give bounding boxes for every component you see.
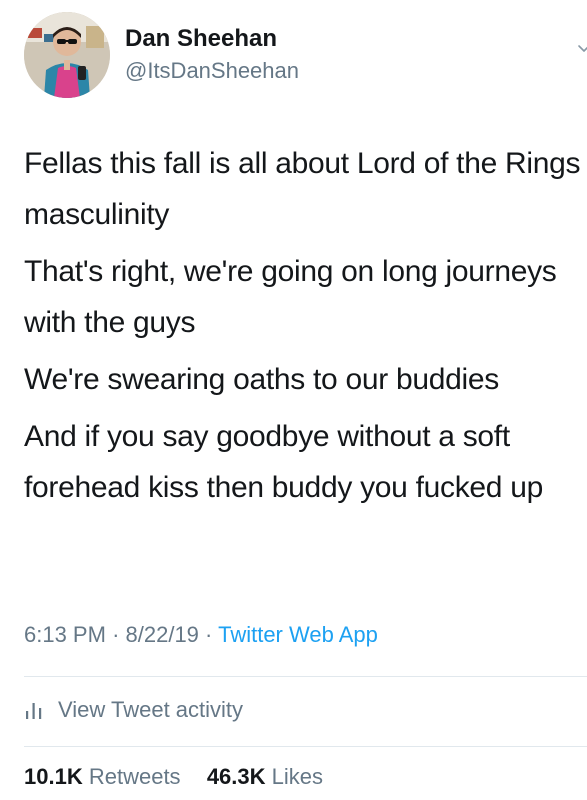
divider bbox=[24, 746, 587, 747]
avatar[interactable] bbox=[24, 12, 110, 98]
avatar-image bbox=[24, 12, 110, 98]
view-activity-button[interactable]: View Tweet activity bbox=[24, 697, 243, 723]
tweet-paragraph: That's right, we're going on long journe… bbox=[24, 255, 557, 339]
meta-separator: · bbox=[112, 622, 120, 647]
likes-label: Likes bbox=[271, 764, 324, 789]
tweet-stats: 10.1K Retweets 46.3K Likes bbox=[24, 764, 323, 790]
tweet-time[interactable]: 6:13 PM bbox=[24, 622, 106, 647]
likes-count: 46.3K bbox=[206, 764, 266, 789]
divider bbox=[24, 676, 587, 677]
view-activity-label: View Tweet activity bbox=[58, 697, 244, 722]
tweet: Dan Sheehan @ItsDanSheehan Fellas this f… bbox=[0, 0, 587, 800]
tweet-source-link[interactable]: Twitter Web App bbox=[218, 622, 378, 647]
tweet-paragraph: And if you say goodbye without a soft fo… bbox=[24, 420, 543, 504]
chevron-down-icon[interactable] bbox=[577, 42, 587, 56]
bar-chart-icon bbox=[26, 703, 42, 719]
tweet-paragraph: We're swearing oaths to our buddies bbox=[24, 363, 499, 396]
retweets-count: 10.1K bbox=[24, 764, 83, 789]
tweet-meta: 6:13 PM · 8/22/19 · Twitter Web App bbox=[24, 622, 378, 648]
tweet-header: Dan Sheehan @ItsDanSheehan bbox=[24, 12, 587, 102]
retweets-label: Retweets bbox=[88, 764, 181, 789]
author-handle[interactable]: @ItsDanSheehan bbox=[125, 58, 299, 84]
tweet-paragraph: Fellas this fall is all about Lord of th… bbox=[24, 147, 581, 231]
tweet-date[interactable]: 8/22/19 bbox=[126, 622, 199, 647]
author-name[interactable]: Dan Sheehan bbox=[125, 25, 277, 53]
likes-stat[interactable]: 46.3K Likes bbox=[207, 764, 323, 789]
meta-separator: · bbox=[205, 622, 213, 647]
retweets-stat[interactable]: 10.1K Retweets bbox=[24, 764, 187, 789]
tweet-text: Fellas this fall is all about Lord of th… bbox=[24, 138, 584, 519]
